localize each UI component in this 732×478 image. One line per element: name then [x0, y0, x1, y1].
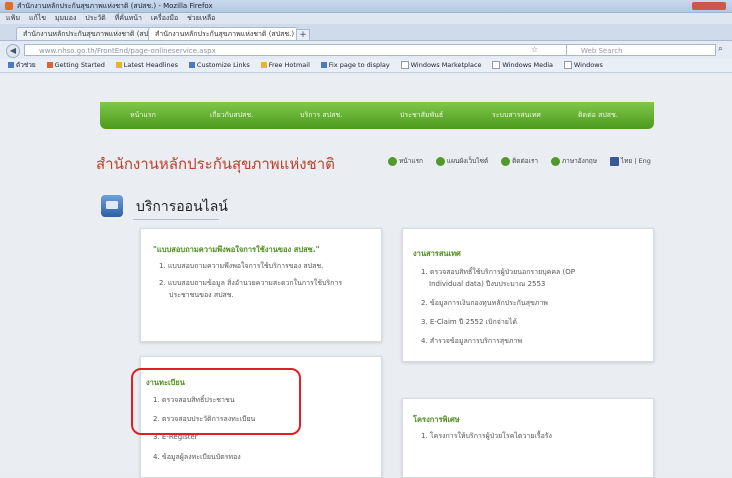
navigation-toolbar: ◀ www.nhso.go.th/FrontEnd/page-onlineser…: [0, 41, 732, 59]
firefox-icon: [5, 2, 13, 10]
tab-bar: สำนักงานหลักประกันสุขภาพแห่งชาติ (สปสช.)…: [0, 24, 732, 41]
box-heading: โครงการพิเศษ: [413, 415, 460, 424]
nav-news[interactable]: ประชาสัมพันธ์: [400, 110, 443, 121]
top-link-home[interactable]: หน้าแรก: [388, 156, 428, 166]
bookmark-item[interactable]: Windows: [563, 59, 603, 72]
list-item-link[interactable]: 2. ข้อมูลการเงินกองทุนหลักประกันสุขภาพ: [421, 298, 548, 309]
site-main-nav: หน้าแรก เกี่ยวกับสปสช. บริการ สปสช. ประช…: [100, 102, 654, 129]
back-button[interactable]: ◀: [6, 44, 20, 58]
top-link-english[interactable]: ภาษาอังกฤษ: [550, 156, 602, 166]
new-tab-button[interactable]: +: [296, 29, 310, 41]
bookmark-item[interactable]: Windows Media: [492, 59, 553, 72]
home-icon: [388, 156, 397, 166]
menu-help[interactable]: ช่วยเหลือ: [187, 13, 215, 24]
bookmark-item[interactable]: Windows Marketplace: [400, 59, 482, 72]
sitemap-icon: [435, 156, 445, 166]
browser-tab-2[interactable]: สำนักงานหลักประกันสุขภาพแห่งชาติ (สปสช.): [148, 27, 298, 40]
bookmark-item[interactable]: Free Hotmail: [260, 59, 310, 72]
web-page: หน้าแรก เกี่ยวกับสปสช. บริการ สปสช. ประช…: [0, 73, 732, 478]
site-title: สำนักงานหลักประกันสุขภาพแห่งชาติ: [96, 155, 335, 173]
search-input[interactable]: Web Search: [566, 44, 716, 56]
menu-tools[interactable]: เครื่องมือ: [151, 13, 178, 24]
list-item-link[interactable]: 1. โครงการให้บริการผู้ป่วยโรคไตวายเรื้อร…: [421, 431, 552, 442]
menu-edit[interactable]: แก้ไข: [29, 13, 46, 24]
menu-view[interactable]: มุมมอง: [55, 13, 76, 24]
list-item-link[interactable]: 4. สำรวจข้อมูลการบริการสุขภาพ: [421, 336, 522, 347]
facebook-icon: [609, 156, 619, 166]
bookmark-item[interactable]: Customize Links: [188, 59, 250, 72]
nav-contact[interactable]: ติดต่อ สปสช.: [578, 110, 618, 121]
section-title: บริการออนไลน์: [136, 199, 228, 215]
list-item-link[interactable]: 3. E-Claim ปี 2552 เบิกจ่ายได้: [421, 317, 517, 328]
browser-tab-1[interactable]: สำนักงานหลักประกันสุขภาพแห่งชาติ (สปสช.): [16, 27, 152, 40]
list-item-link[interactable]: 4. ข้อมูลผู้ลงทะเบียนบัตรทอง: [153, 452, 241, 463]
top-link-sitemap[interactable]: แผนผังเว็บไซต์: [435, 156, 493, 166]
search-icon[interactable]: ⌕: [718, 44, 723, 54]
nav-services[interactable]: บริการ สปสช.: [300, 110, 342, 121]
contact-icon: [501, 156, 511, 166]
bookmark-item[interactable]: Fix page to display: [320, 59, 390, 72]
box-heading: "แบบสอบถามความพึงพอใจการใช้งานของ สปสช.": [153, 245, 320, 254]
language-icon: [550, 156, 560, 166]
bookmark-item[interactable]: ตัวช่วย: [8, 59, 36, 72]
bookmark-item[interactable]: Latest Headlines: [115, 59, 178, 72]
satisfaction-survey-box: "แบบสอบถามความพึงพอใจการใช้งานของ สปสช."…: [140, 228, 382, 342]
menu-bar: แฟ้ม แก้ไข มุมมอง ประวัติ ที่คั่นหน้า เค…: [0, 13, 732, 24]
nav-home[interactable]: หน้าแรก: [130, 110, 156, 121]
list-item-link[interactable]: ประชาชนของ สปสช.: [169, 290, 234, 301]
nav-info-systems[interactable]: ระบบสารสนเทศ: [492, 110, 541, 121]
window-title: สำนักงานหลักประกันสุขภาพแห่งชาติ (สปสช.)…: [17, 2, 213, 10]
address-bar[interactable]: www.nhso.go.th/FrontEnd/page-onlineservi…: [24, 44, 574, 56]
box-heading: งานสารสนเทศ: [413, 249, 461, 258]
section-divider: [133, 219, 219, 220]
nav-about[interactable]: เกี่ยวกับสปสช.: [210, 110, 253, 121]
special-project-box: โครงการพิเศษ 1. โครงการให้บริการผู้ป่วยโ…: [402, 398, 654, 478]
top-links: หน้าแรก แผนผังเว็บไซต์ ติดต่อเรา ภาษาอัง…: [388, 156, 661, 166]
bookmark-item[interactable]: Getting Started: [46, 59, 105, 72]
menu-bookmarks[interactable]: ที่คั่นหน้า: [115, 13, 142, 24]
top-link-lang[interactable]: ไทย | Eng: [609, 156, 656, 166]
top-link-contact[interactable]: ติดต่อเรา: [501, 156, 543, 166]
menu-file[interactable]: แฟ้ม: [6, 13, 20, 24]
list-item-link[interactable]: 1. แบบสอบถามความพึงพอใจการใช้บริการของ ส…: [159, 261, 323, 272]
list-item-link[interactable]: Individual data) ปีงบประมาณ 2553: [429, 279, 545, 290]
information-system-box: งานสารสนเทศ 1. ตรวจสอบสิทธิ์ใช้บริการผู้…: [402, 228, 654, 362]
highlight-annotation: [131, 368, 301, 435]
bookmark-star-icon[interactable]: ☆: [531, 45, 538, 54]
window-titlebar: สำนักงานหลักประกันสุขภาพแห่งชาติ (สปสช.)…: [0, 0, 732, 13]
list-item-link[interactable]: 1. ตรวจสอบสิทธิ์ใช้บริการผู้ป่วยนอกรายบุ…: [421, 267, 575, 278]
menu-history[interactable]: ประวัติ: [85, 13, 105, 24]
list-item-link[interactable]: 2. แบบสอบถามข้อมูล สิ่งอำนวยความสะดวกในก…: [159, 278, 342, 289]
online-service-icon: [101, 195, 123, 217]
bookmarks-toolbar: ตัวช่วย Getting Started Latest Headlines…: [0, 59, 732, 73]
window-controls[interactable]: [692, 2, 726, 10]
